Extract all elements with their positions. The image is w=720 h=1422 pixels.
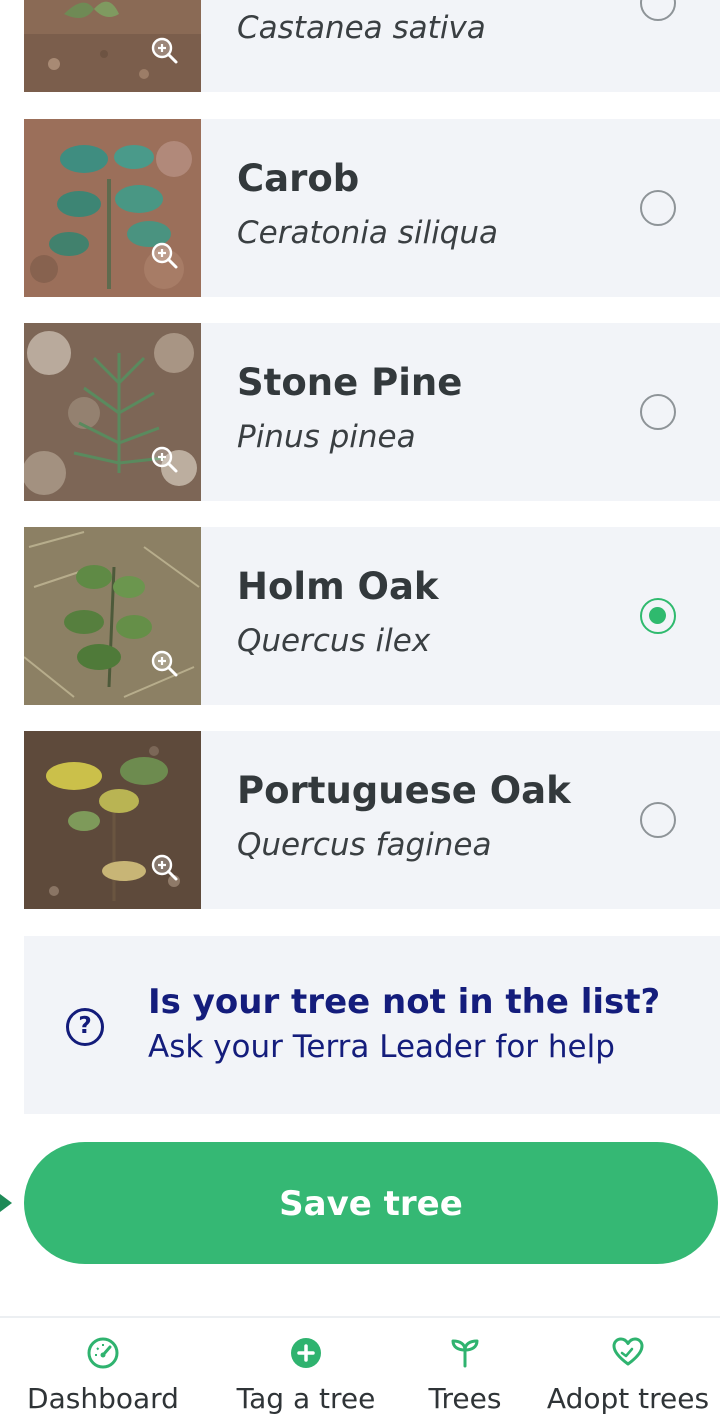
edge-pointer-icon [0,1194,12,1212]
species-common-name: Portuguese Oak [237,769,571,812]
species-photo[interactable] [24,527,201,705]
species-card-holm-oak[interactable]: Holm Oak Quercus ilex [24,527,720,705]
nav-label: Trees [428,1382,502,1415]
species-photo[interactable] [24,0,201,92]
species-photo[interactable] [24,323,201,501]
zoom-icon[interactable] [150,445,180,475]
species-scientific-name: Pinus pinea [237,419,416,455]
species-common-name: Carob [237,157,360,200]
species-radio-selected[interactable] [640,598,676,634]
help-subtitle: Ask your Terra Leader for help [148,1029,615,1065]
nav-dashboard[interactable]: Dashboard [0,1318,206,1422]
nav-trees[interactable]: Trees [410,1318,520,1422]
species-scientific-name: Castanea sativa [237,10,486,46]
nav-label: Dashboard [27,1382,179,1415]
help-title: Is your tree not in the list? [148,982,661,1022]
zoom-icon[interactable] [150,241,180,271]
zoom-icon[interactable] [150,36,180,66]
nav-adopt-trees[interactable]: Adopt trees [536,1318,720,1422]
species-scientific-name: Quercus faginea [237,827,492,863]
species-radio[interactable] [640,0,676,21]
species-scientific-name: Ceratonia siliqua [237,215,499,251]
species-card-carob[interactable]: Carob Ceratonia siliqua [24,119,720,297]
nav-label: Adopt trees [546,1382,710,1415]
zoom-icon[interactable] [150,853,180,883]
species-scientific-name: Quercus ilex [237,623,431,659]
species-common-name: Stone Pine [237,361,463,404]
question-circle-icon: ? [66,1008,104,1046]
species-card-stone-pine[interactable]: Stone Pine Pinus pinea [24,323,720,501]
species-photo[interactable] [24,119,201,297]
species-card-chestnut[interactable]: Castanea sativa [24,0,720,92]
help-box: ? Is your tree not in the list? Ask your… [24,936,720,1114]
gauge-icon [87,1337,119,1369]
plus-circle-icon [291,1338,321,1368]
species-photo[interactable] [24,731,201,909]
save-tree-button[interactable]: Save tree [24,1142,718,1264]
species-radio[interactable] [640,802,676,838]
zoom-icon[interactable] [150,649,180,679]
species-radio[interactable] [640,394,676,430]
nav-tag-a-tree[interactable]: Tag a tree [216,1318,396,1422]
species-radio[interactable] [640,190,676,226]
bottom-nav: Dashboard Tag a tree Trees Adopt trees [0,1316,720,1422]
nav-label: Tag a tree [236,1382,376,1415]
species-common-name: Holm Oak [237,565,439,608]
sprout-icon [451,1339,479,1368]
heart-hands-icon [612,1337,644,1366]
species-card-portuguese-oak[interactable]: Portuguese Oak Quercus faginea [24,731,720,909]
